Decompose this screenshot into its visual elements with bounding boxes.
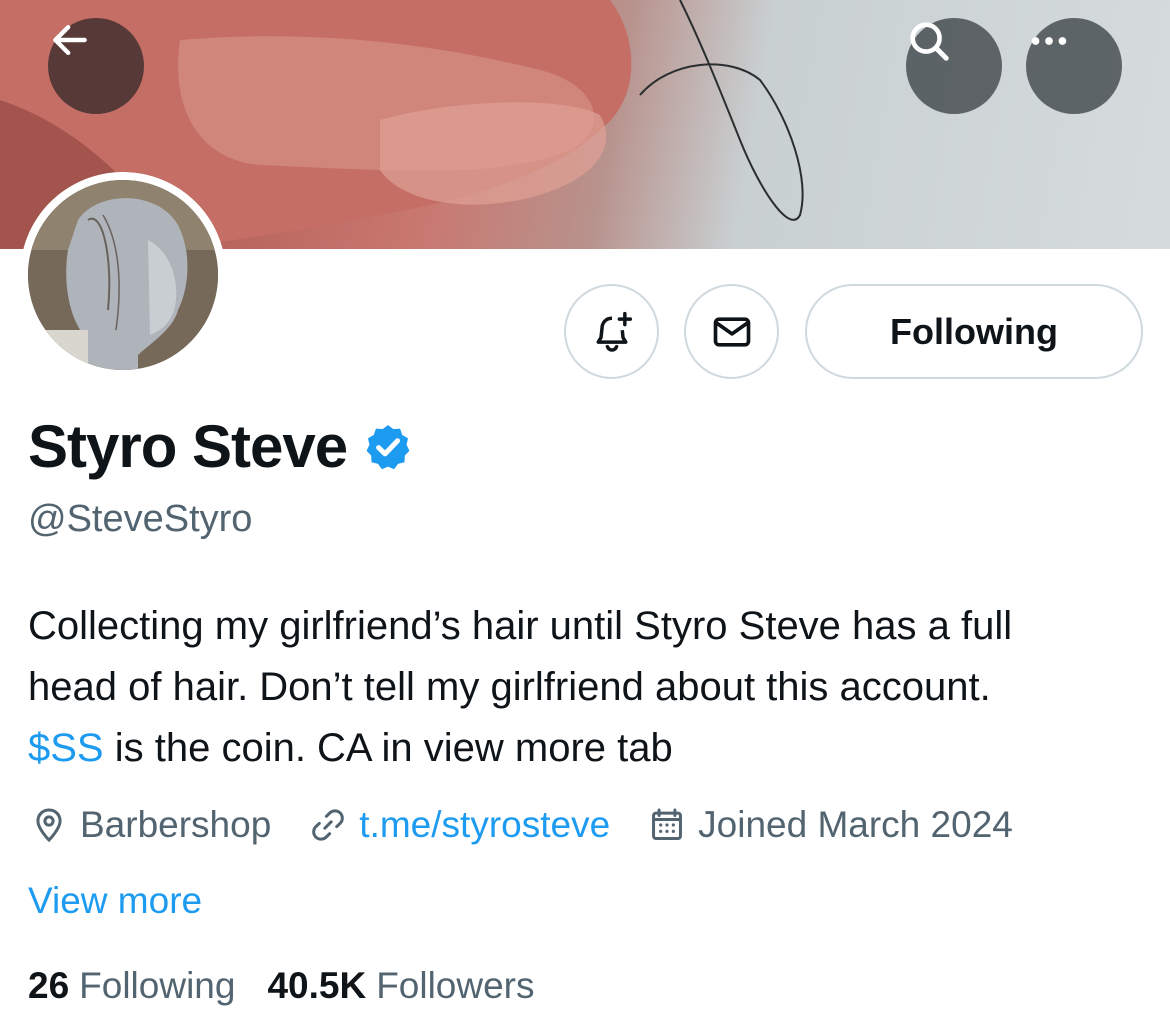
follow-stats: 26 Following 40.5K Followers <box>28 965 567 1007</box>
website-link[interactable]: t.me/styrosteve <box>359 804 610 846</box>
bio-line: Collecting my girlfriend’s hair until St… <box>28 604 1013 648</box>
more-options-button[interactable] <box>1026 18 1122 114</box>
bell-plus-icon <box>596 311 632 352</box>
following-button[interactable]: Following <box>805 284 1143 379</box>
bio-line: head of hair. Don’t tell my girlfriend a… <box>28 665 991 709</box>
more-horizontal-icon <box>1031 37 1067 45</box>
mail-icon <box>713 316 750 347</box>
verified-badge-icon[interactable] <box>363 422 413 472</box>
following-stat[interactable]: 26 Following <box>28 965 235 1007</box>
website[interactable]: t.me/styrosteve <box>309 804 610 846</box>
link-icon <box>312 809 345 841</box>
followers-count: 40.5K <box>267 965 367 1006</box>
cashtag-link[interactable]: $SS <box>28 726 104 770</box>
bio-line: $SS is the coin. CA in view more tab <box>28 718 1148 779</box>
bio-text: is the coin. CA in view more tab <box>103 726 673 770</box>
calendar-icon <box>652 808 683 840</box>
join-date-text: Joined March 2024 <box>698 804 1013 845</box>
message-button[interactable] <box>684 284 779 379</box>
back-button[interactable] <box>48 18 144 114</box>
profile-page: Following Styro Steve @SteveStyro Collec… <box>0 0 1170 1030</box>
notifications-button[interactable] <box>564 284 659 379</box>
arrow-left-icon <box>53 24 87 56</box>
profile-meta: Barbershop t.me/styrosteve Joined March … <box>30 804 1051 846</box>
following-label: Following <box>79 965 236 1006</box>
location: Barbershop <box>30 804 271 846</box>
search-button[interactable] <box>906 18 1002 114</box>
bio: Collecting my girlfriend’s hair until St… <box>28 596 1148 779</box>
followers-stat[interactable]: 40.5K Followers <box>267 965 534 1007</box>
followers-label: Followers <box>376 965 535 1006</box>
name-row: Styro Steve <box>28 412 413 481</box>
location-text: Barbershop <box>80 804 272 845</box>
display-name: Styro Steve <box>28 413 348 480</box>
search-icon <box>910 22 949 61</box>
join-date: Joined March 2024 <box>648 804 1013 846</box>
avatar[interactable] <box>20 172 226 378</box>
view-more-link[interactable]: View more <box>28 880 202 922</box>
handle: @SteveStyro <box>28 498 253 540</box>
avatar-image <box>28 180 218 370</box>
location-pin-icon <box>36 808 62 843</box>
following-count: 26 <box>28 965 70 1006</box>
